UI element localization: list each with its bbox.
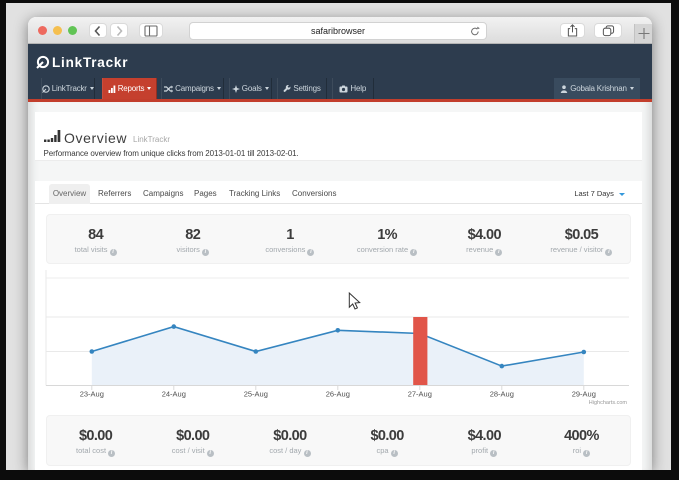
svg-text:29-Aug: 29-Aug bbox=[572, 389, 596, 398]
svg-text:24-Aug: 24-Aug bbox=[162, 389, 186, 398]
svg-text:Highcharts.com: Highcharts.com bbox=[589, 400, 628, 406]
svg-text:23-Aug: 23-Aug bbox=[80, 389, 104, 398]
svg-text:25-Aug: 25-Aug bbox=[244, 389, 268, 398]
svg-text:27-Aug: 27-Aug bbox=[408, 389, 432, 398]
svg-text:28-Aug: 28-Aug bbox=[490, 389, 514, 398]
svg-text:26-Aug: 26-Aug bbox=[326, 389, 350, 398]
